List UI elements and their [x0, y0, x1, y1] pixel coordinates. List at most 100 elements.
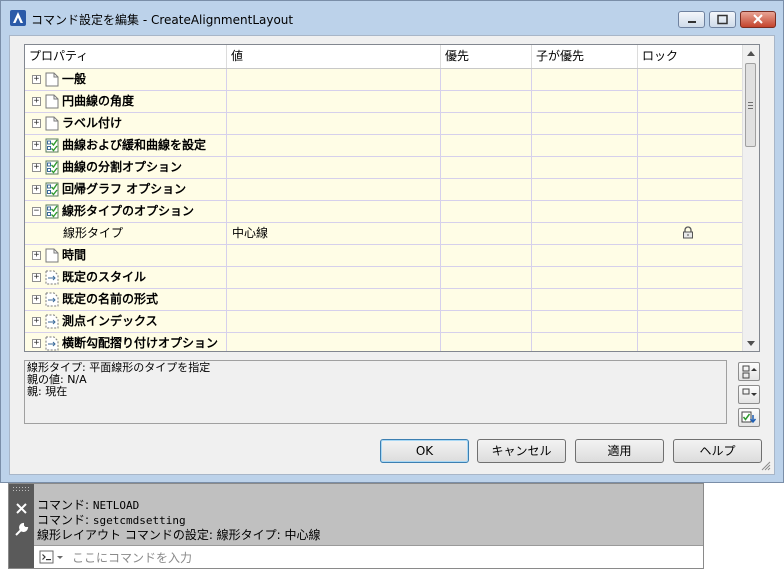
collapse-icon[interactable]: −: [32, 207, 41, 216]
category-row[interactable]: − 線形タイプのオプション: [25, 201, 745, 223]
expand-icon[interactable]: +: [32, 273, 41, 282]
category-row[interactable]: + 回帰グラフ オプション: [25, 179, 745, 201]
dashed-page-icon: [45, 314, 59, 329]
command-input[interactable]: ここにコマンドを入力: [34, 545, 703, 568]
lock-cell: [638, 289, 745, 310]
child-override-cell: [532, 245, 638, 266]
page-icon: [45, 248, 59, 263]
lock-cell: [638, 267, 745, 288]
category-row[interactable]: + 一般: [25, 69, 745, 91]
command-prefix: 線形レイアウト コマンドの設定: 線形タイプ: 中心線: [37, 528, 321, 542]
value-cell: [227, 179, 441, 200]
collapse-all-icon: [742, 388, 757, 396]
expand-icon[interactable]: +: [32, 185, 41, 194]
edit-command-settings-dialog: コマンド設定を編集 - CreateAlignmentLayout プロパティ …: [0, 0, 784, 483]
category-row[interactable]: + ラベル付け: [25, 113, 745, 135]
override-cell: [441, 113, 532, 134]
apply-button[interactable]: 適用: [575, 439, 664, 463]
resize-grip-icon[interactable]: [761, 461, 771, 471]
expand-icon[interactable]: +: [32, 141, 41, 150]
category-row[interactable]: + 既定のスタイル: [25, 267, 745, 289]
maximize-button[interactable]: [709, 11, 736, 28]
dashed-page-icon: [45, 270, 59, 285]
child-override-cell: [532, 157, 638, 178]
column-header-lock[interactable]: ロック: [638, 45, 745, 68]
override-cell: [441, 91, 532, 112]
expand-icon[interactable]: +: [32, 317, 41, 326]
column-header-override[interactable]: 優先: [441, 45, 532, 68]
close-icon[interactable]: [15, 502, 28, 515]
checklist-icon: [45, 138, 59, 153]
vertical-scrollbar[interactable]: [742, 45, 759, 351]
expand-all-icon: [742, 365, 757, 379]
collapse-all-button[interactable]: [738, 385, 760, 404]
close-button[interactable]: [740, 11, 776, 28]
category-label: 一般: [62, 72, 87, 86]
child-override-cell: [532, 113, 638, 134]
expand-icon[interactable]: +: [32, 97, 41, 106]
property-grid: プロパティ 値 優先 子が優先 ロック + 一般 + 円曲線の角度 + ラベル付け + 曲線お…: [24, 44, 760, 352]
expand-icon[interactable]: +: [32, 339, 41, 348]
lock-icon[interactable]: [682, 226, 694, 239]
property-row[interactable]: 線形タイプ 中心線: [25, 223, 745, 245]
checklist-icon: [45, 182, 59, 197]
expand-icon[interactable]: +: [32, 251, 41, 260]
command-input-placeholder: ここにコマンドを入力: [72, 551, 193, 565]
command-prompt-icon[interactable]: [39, 550, 65, 564]
category-row[interactable]: + 曲線および緩和曲線を設定: [25, 135, 745, 157]
lock-cell: [638, 113, 745, 134]
expand-all-button[interactable]: [738, 362, 760, 381]
column-header-value[interactable]: 値: [227, 45, 441, 68]
checklist-icon: [45, 204, 59, 219]
title-bar[interactable]: コマンド設定を編集 - CreateAlignmentLayout: [1, 1, 783, 35]
lock-cell: [638, 69, 745, 90]
child-override-cell: [532, 179, 638, 200]
child-override-cell: [532, 311, 638, 332]
minimize-button[interactable]: [678, 11, 705, 28]
column-header-child-override[interactable]: 子が優先: [532, 45, 638, 68]
category-row[interactable]: + 横断勾配摺り付けオプション: [25, 333, 745, 351]
grid-rows: + 一般 + 円曲線の角度 + ラベル付け + 曲線および緩和曲線を設定 + 曲線の分割オプション…: [25, 69, 745, 351]
child-override-cell: [532, 223, 638, 244]
category-row[interactable]: + 曲線の分割オプション: [25, 157, 745, 179]
cancel-button[interactable]: キャンセル: [477, 439, 566, 463]
override-cell: [441, 201, 532, 222]
help-button[interactable]: ヘルプ: [673, 439, 762, 463]
expand-icon[interactable]: +: [32, 295, 41, 304]
maximize-icon: [717, 14, 728, 25]
wrench-icon[interactable]: [14, 522, 29, 537]
minimize-icon: [688, 21, 696, 23]
dashed-page-icon: [45, 336, 59, 351]
scrollbar-thumb[interactable]: [745, 63, 756, 147]
value-cell: [227, 245, 441, 266]
description-line: 親の値: N/A: [27, 373, 87, 386]
category-row[interactable]: + 既定の名前の形式: [25, 289, 745, 311]
child-override-cell: [532, 135, 638, 156]
lock-cell: [638, 135, 745, 156]
ok-button[interactable]: OK: [380, 439, 469, 463]
dashed-page-icon: [45, 292, 59, 307]
property-value[interactable]: 中心線: [232, 223, 268, 244]
child-override-cell: [532, 289, 638, 310]
page-icon: [45, 94, 59, 109]
dialog-client-area: プロパティ 値 優先 子が優先 ロック + 一般 + 円曲線の角度 + ラベル付け + 曲線お…: [9, 35, 775, 475]
category-row[interactable]: + 測点インデックス: [25, 311, 745, 333]
command-line-window: コマンド: NETLOAD コマンド: sgetcmdsetting 線形レイア…: [8, 483, 704, 569]
description-line: 親: 現在: [27, 385, 68, 398]
expand-icon[interactable]: +: [32, 75, 41, 84]
lock-cell: [638, 201, 745, 222]
command-history-line: コマンド: NETLOAD: [37, 498, 321, 513]
category-label: 曲線の分割オプション: [62, 160, 183, 174]
category-row[interactable]: + 時間: [25, 245, 745, 267]
column-header-property[interactable]: プロパティ: [25, 45, 227, 68]
category-row[interactable]: + 円曲線の角度: [25, 91, 745, 113]
lock-cell: [638, 157, 745, 178]
apply-settings-button[interactable]: [738, 408, 760, 427]
expand-icon[interactable]: +: [32, 119, 41, 128]
civil3d-app-icon: [10, 10, 26, 26]
command-history: コマンド: NETLOAD コマンド: sgetcmdsetting 線形レイア…: [37, 498, 321, 543]
expand-icon[interactable]: +: [32, 163, 41, 172]
lock-cell: [638, 179, 745, 200]
property-cell: [25, 223, 227, 244]
override-cell: [441, 289, 532, 310]
